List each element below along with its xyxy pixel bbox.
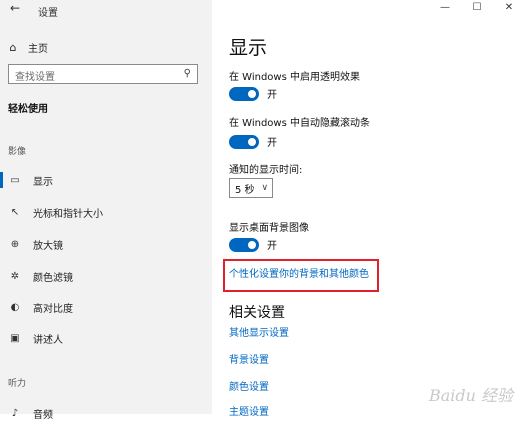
back-arrow-icon[interactable]: ←	[10, 1, 20, 15]
toggle-knob	[248, 89, 256, 98]
related-link-other-display[interactable]: 其他显示设置	[229, 324, 289, 339]
audio-icon: ♪	[11, 407, 19, 419]
sidebar-item-label: 显示	[33, 176, 53, 188]
minimize-icon[interactable]: —	[433, 0, 457, 16]
autohide-scrollbars-label: 在 Windows 中自动隐藏滚动条	[229, 118, 370, 129]
toggle-knob	[248, 240, 256, 249]
search-input[interactable]	[9, 68, 180, 87]
page-title: 显示	[229, 37, 268, 59]
window-title: 设置	[38, 8, 58, 19]
color-filter-icon: ✲	[10, 270, 20, 282]
home-label: 主页	[28, 44, 48, 55]
notification-time-select[interactable]: 5 秒 ∨	[229, 178, 273, 198]
sidebar-item-high-contrast[interactable]: ◐ 高对比度	[0, 296, 212, 318]
sidebar-item-display[interactable]: ▭ 显示	[0, 169, 212, 191]
narrator-icon: ▣	[10, 332, 20, 344]
main-panel: — ☐ ✕ 显示 在 Windows 中启用透明效果 开 在 Windows 中…	[212, 0, 521, 418]
sidebar: ← 设置 ⌂ 主页 ⚲ 轻松使用 影像 ▭ 显示 ↖ 光标和指针大小 ⊕ 放大镜…	[0, 0, 212, 421]
sidebar-item-audio[interactable]: ♪ 音频	[0, 402, 212, 424]
autohide-scrollbars-toggle-row[interactable]: 开	[229, 134, 277, 149]
sidebar-item-label: 讲述人	[33, 334, 63, 346]
high-contrast-icon: ◐	[10, 301, 20, 313]
desktop-bg-toggle-row[interactable]: 开	[229, 237, 277, 252]
watermark: Baidu 经验	[428, 386, 513, 405]
group-label-vision: 影像	[8, 147, 27, 157]
display-icon: ▭	[10, 174, 20, 186]
maximize-icon[interactable]: ☐	[465, 0, 489, 16]
desktop-bg-label: 显示桌面背景图像	[229, 223, 309, 234]
notification-time-value: 5 秒	[235, 184, 255, 196]
sidebar-item-label: 颜色滤镜	[33, 272, 73, 284]
related-settings-title: 相关设置	[229, 305, 285, 321]
personalize-link[interactable]: 个性化设置你的背景和其他颜色	[229, 265, 369, 280]
related-link-theme[interactable]: 主题设置	[229, 403, 269, 418]
magnifier-icon: ⊕	[10, 238, 20, 250]
section-title: 轻松使用	[8, 104, 48, 115]
transparency-label: 在 Windows 中启用透明效果	[229, 72, 360, 83]
sidebar-item-label: 放大镜	[33, 240, 63, 252]
desktop-bg-toggle[interactable]	[229, 237, 259, 252]
group-label-hearing: 听力	[8, 379, 27, 389]
toggle-knob	[248, 137, 256, 146]
sidebar-home[interactable]: ⌂ 主页	[6, 40, 49, 55]
close-icon[interactable]: ✕	[497, 0, 521, 16]
sidebar-item-color-filter[interactable]: ✲ 颜色滤镜	[0, 265, 212, 287]
search-icon[interactable]: ⚲	[184, 68, 191, 79]
desktop-bg-state: 开	[267, 241, 277, 252]
chevron-down-icon: ∨	[261, 183, 269, 193]
sidebar-item-magnifier[interactable]: ⊕ 放大镜	[0, 233, 212, 255]
cursor-icon: ↖	[10, 206, 20, 218]
related-link-color[interactable]: 颜色设置	[229, 378, 269, 393]
sidebar-item-label: 光标和指针大小	[33, 208, 103, 220]
sidebar-item-cursor[interactable]: ↖ 光标和指针大小	[0, 201, 212, 223]
search-box[interactable]: ⚲	[8, 64, 198, 87]
autohide-scrollbars-state: 开	[267, 138, 277, 149]
related-link-background[interactable]: 背景设置	[229, 351, 269, 366]
sidebar-item-label: 音频	[33, 409, 53, 421]
notification-time-label: 通知的显示时间:	[229, 165, 303, 176]
transparency-toggle-row[interactable]: 开	[229, 86, 277, 101]
transparency-state: 开	[267, 90, 277, 101]
transparency-toggle[interactable]	[229, 86, 259, 101]
home-icon: ⌂	[9, 41, 17, 54]
autohide-scrollbars-toggle[interactable]	[229, 134, 259, 149]
sidebar-item-narrator[interactable]: ▣ 讲述人	[0, 327, 212, 349]
sidebar-item-label: 高对比度	[33, 303, 73, 315]
